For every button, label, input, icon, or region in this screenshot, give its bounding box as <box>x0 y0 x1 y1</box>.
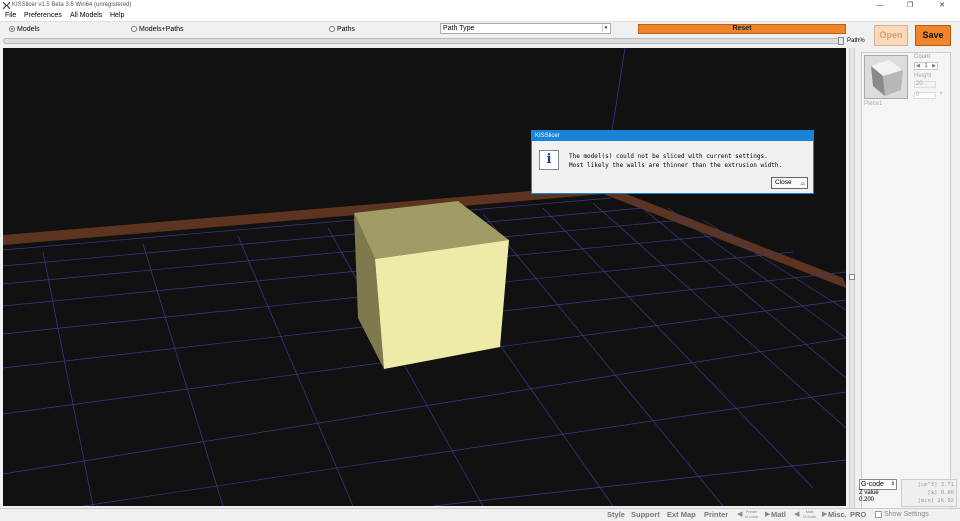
minimize-button[interactable]: — <box>865 0 895 11</box>
count-stepper[interactable]: ◀ 1 ▶ <box>914 62 938 70</box>
save-button[interactable]: Save <box>915 25 951 46</box>
info-icon: i <box>539 150 559 170</box>
rotation-field[interactable]: 0 <box>914 92 936 99</box>
path-type-select[interactable]: Path Type ▾ <box>440 23 611 34</box>
rotation-unit: ° <box>940 92 943 98</box>
count-label: Count <box>914 54 931 60</box>
show-settings-checkbox[interactable] <box>875 511 882 518</box>
radio-paths[interactable]: Paths <box>329 25 355 33</box>
tab-support[interactable]: Support <box>631 509 660 521</box>
increment-icon[interactable]: ▶ <box>932 63 936 69</box>
radio-label: Models+Paths <box>139 25 184 33</box>
title-bar: KISSlicer v1.5 Beta 3.6 Win64 (unregiste… <box>0 0 960 11</box>
output-format-value: G-code <box>861 481 884 488</box>
menu-all-models[interactable]: All Models <box>70 12 102 19</box>
output-format-select[interactable]: G-code ⇕ <box>859 479 897 490</box>
slicing-error-dialog: KISSlicer i The model(s) could not be sl… <box>531 130 814 194</box>
tab-misc[interactable]: Misc. <box>828 509 847 521</box>
radio-models[interactable]: Models <box>9 25 40 33</box>
path-percent-slider-track[interactable] <box>3 38 843 44</box>
tab-matl[interactable]: Matl <box>771 509 786 521</box>
dialog-title: KISSlicer <box>532 131 813 141</box>
print-stats: [cm^3] 3.71 [$] 0.00 [min] 26.92 <box>901 479 957 507</box>
radio-dot <box>329 26 335 32</box>
radio-label: Paths <box>337 25 355 33</box>
z-value-readout: Z value 0.200 <box>859 490 879 504</box>
stat-time: [min] 26.92 <box>917 498 954 504</box>
menu-bar: File Preferences All Models Help <box>0 11 960 22</box>
path-type-value: Path Type <box>443 25 475 32</box>
tab-style[interactable]: Style <box>607 509 625 521</box>
model-panel: Piece1 Count ◀ 1 ▶ Height 20 0 ° <box>861 52 951 509</box>
show-settings-label: Show Settings <box>884 511 929 518</box>
tab-arrow-icon: ◀ <box>737 511 743 518</box>
cube-front-face <box>375 240 509 369</box>
updown-arrow-icon: ⇕ <box>890 481 895 487</box>
tab-printer-gcode-bottom: G-code <box>745 514 759 519</box>
menu-help[interactable]: Help <box>110 12 124 19</box>
tab-arrow-icon: ▶ <box>822 511 828 518</box>
tab-printer[interactable]: Printer <box>704 509 728 521</box>
menu-preferences[interactable]: Preferences <box>24 12 62 19</box>
dialog-close-button[interactable]: Close ⌓ <box>771 177 808 189</box>
radio-dot <box>9 26 15 32</box>
z-value: 0.200 <box>859 497 875 503</box>
3d-viewport[interactable] <box>3 48 846 506</box>
window-title: KISSlicer v1.5 Beta 3.6 Win64 (unregiste… <box>12 2 132 8</box>
tab-arrow-icon: ◀ <box>794 511 800 518</box>
radio-dot <box>131 26 137 32</box>
scene-canvas <box>3 48 846 506</box>
open-button[interactable]: Open <box>874 25 908 46</box>
tab-matl-gcode[interactable]: Matl G-code <box>803 509 816 521</box>
path-percent-slider-handle[interactable] <box>838 37 844 45</box>
height-field[interactable]: 20 <box>914 81 936 88</box>
path-percent-label: Path% <box>847 38 865 44</box>
close-window-button[interactable]: ✕ <box>927 0 957 11</box>
tab-matl-gcode-bottom: G-code <box>803 514 817 519</box>
tab-printer-gcode[interactable]: Printer G-code <box>745 509 758 521</box>
stat-cost: [$] 0.00 <box>927 490 955 496</box>
cube-thumbnail-icon <box>871 60 903 96</box>
tab-pro[interactable]: PRO <box>850 509 866 521</box>
restore-button[interactable]: ❐ <box>895 0 925 11</box>
radio-label: Models <box>17 25 40 33</box>
resize-grip-icon: ⌓ <box>800 181 805 187</box>
z-value-label: Z value <box>859 490 879 496</box>
splitter-handle[interactable] <box>849 274 855 280</box>
dropdown-arrow-icon: ▾ <box>602 25 609 32</box>
dialog-message-line2: Most likely the walls are thinner than t… <box>569 162 783 169</box>
app-logo-icon <box>3 2 10 9</box>
radio-models-paths[interactable]: Models+Paths <box>131 25 184 33</box>
count-value: 1 <box>924 63 928 69</box>
dialog-message-line1: The model(s) could not be sliced with cu… <box>569 153 768 160</box>
decrement-icon[interactable]: ◀ <box>916 63 920 69</box>
tab-ext-map[interactable]: Ext Map <box>667 509 696 521</box>
piece-name: Piece1 <box>864 101 883 107</box>
model-thumbnail[interactable] <box>864 55 908 99</box>
stat-volume: [cm^3] 3.71 <box>917 482 954 488</box>
dialog-message: The model(s) could not be sliced with cu… <box>569 152 782 170</box>
tab-arrow-icon: ▶ <box>765 511 771 518</box>
reset-button[interactable]: Reset <box>638 24 846 34</box>
close-label: Close <box>775 179 792 186</box>
height-label: Height <box>914 73 932 79</box>
menu-file[interactable]: File <box>5 12 16 19</box>
